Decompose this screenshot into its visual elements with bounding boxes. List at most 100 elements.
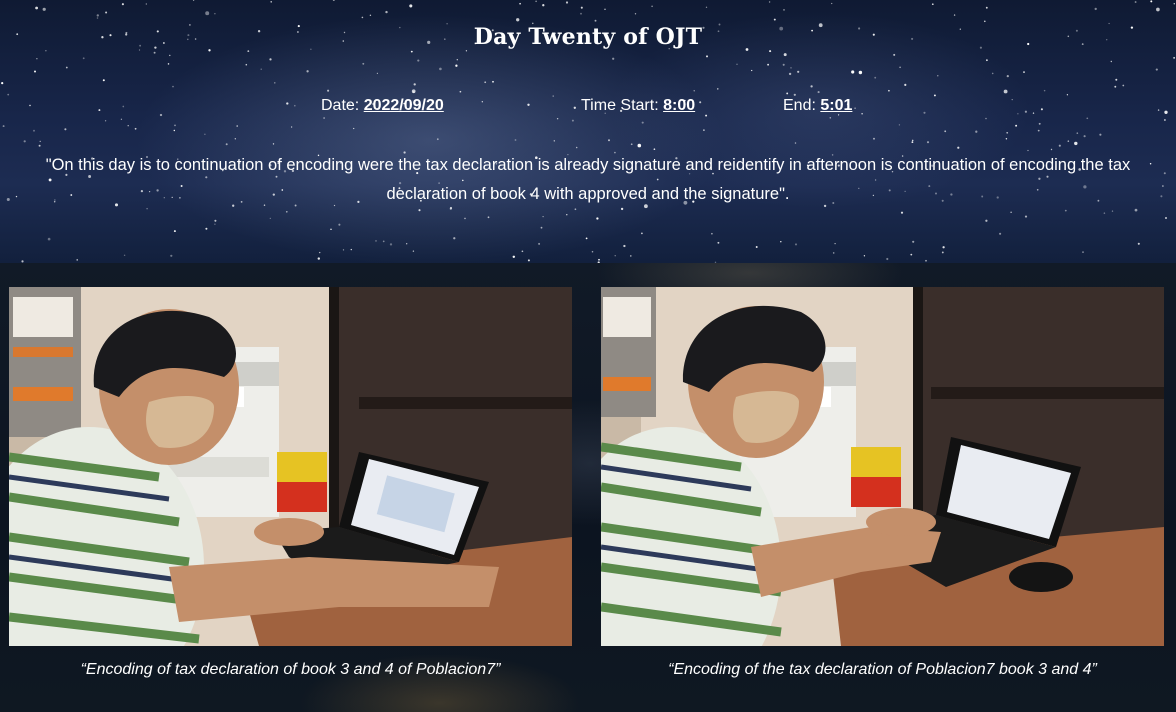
star (294, 104, 296, 107)
star (705, 114, 708, 117)
star (556, 117, 559, 120)
star (985, 6, 988, 9)
header-banner: Day Twenty of OJT Date: 2022/09/20 Time … (0, 0, 1176, 263)
star (575, 146, 578, 149)
star (6, 197, 10, 202)
star (456, 59, 458, 61)
star (464, 217, 466, 220)
star (7, 93, 10, 96)
star (957, 146, 960, 149)
star (36, 58, 38, 60)
star (598, 258, 600, 261)
star (637, 143, 642, 148)
star (385, 10, 388, 14)
star (768, 1, 771, 3)
star (717, 241, 720, 244)
star (937, 75, 939, 77)
star (1005, 138, 1008, 140)
star (96, 17, 99, 19)
star (516, 18, 520, 22)
star (1094, 7, 1097, 11)
star (788, 72, 792, 76)
star (641, 232, 643, 235)
star (406, 243, 408, 245)
star (999, 232, 1002, 235)
star (247, 50, 250, 53)
star (1015, 124, 1018, 127)
star (566, 214, 568, 216)
star (323, 117, 325, 119)
star (1134, 1, 1137, 3)
star (782, 63, 785, 66)
star (767, 63, 769, 66)
star (1043, 89, 1046, 92)
photo-caption-right: “Encoding of the tax declaration of Pobl… (668, 661, 1097, 678)
star (1156, 7, 1160, 12)
star (120, 118, 123, 120)
star (1064, 209, 1067, 212)
star (1006, 74, 1009, 78)
star (153, 51, 156, 54)
star (911, 139, 914, 142)
star (2, 125, 5, 128)
star (170, 254, 173, 257)
star (411, 89, 416, 94)
star (630, 255, 632, 257)
star (214, 219, 217, 222)
star (410, 50, 413, 53)
star (591, 250, 594, 253)
end-label: End: (783, 97, 816, 114)
star (205, 227, 208, 230)
star (225, 143, 228, 146)
star (439, 67, 442, 71)
star (925, 259, 927, 262)
star (64, 128, 67, 131)
star (417, 59, 420, 62)
star (942, 246, 945, 249)
star (535, 0, 537, 3)
star (1164, 110, 1168, 114)
star (873, 137, 875, 140)
star (1134, 208, 1138, 212)
star (832, 252, 835, 254)
star (1074, 141, 1078, 146)
star (527, 103, 530, 106)
star (975, 130, 978, 133)
photo-gallery: “Encoding of tax declaration of book 3 a… (0, 263, 1176, 712)
star (858, 70, 863, 75)
star (699, 101, 702, 104)
star (159, 113, 163, 117)
star (121, 3, 124, 6)
star (931, 3, 934, 6)
star (651, 5, 653, 8)
star (912, 240, 915, 243)
star (542, 215, 544, 218)
star (481, 101, 483, 103)
date-label: Date: (321, 97, 360, 114)
star (910, 253, 913, 256)
star (453, 237, 456, 240)
star (484, 81, 487, 84)
person-at-laptop-image (601, 287, 1164, 646)
star (145, 3, 147, 5)
star (783, 53, 787, 57)
star (793, 93, 796, 96)
time-start-field: Time Start: 8:00 (581, 97, 695, 117)
star (1155, 68, 1158, 71)
star (1173, 2, 1176, 5)
star (1006, 131, 1009, 134)
star (96, 14, 99, 17)
star (234, 138, 236, 140)
star (553, 140, 555, 142)
star (794, 243, 798, 246)
star (565, 1, 569, 4)
star (703, 129, 705, 131)
star (571, 119, 574, 122)
star (863, 255, 866, 257)
end-field: End: 5:01 (783, 97, 852, 117)
star (829, 117, 832, 119)
star (42, 7, 46, 11)
star (492, 80, 494, 83)
star (1003, 89, 1008, 94)
star (269, 217, 271, 220)
